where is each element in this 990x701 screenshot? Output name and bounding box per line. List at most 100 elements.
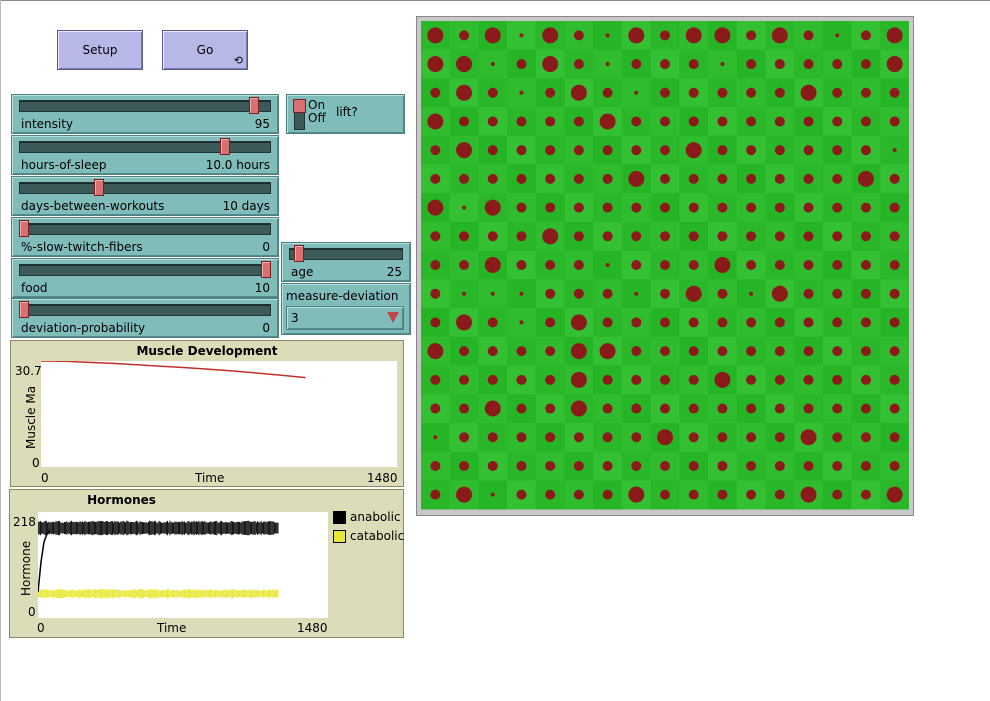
muscle-fiber: [459, 432, 470, 443]
muscle-fiber: [570, 314, 587, 331]
muscle-fiber: [487, 374, 498, 385]
muscle-fiber: [688, 87, 699, 98]
setup-button-label: Setup: [82, 43, 118, 57]
go-button[interactable]: Go ⟲: [162, 30, 248, 70]
x-axis-label: Time: [157, 621, 187, 635]
muscle-fiber: [660, 202, 670, 213]
muscle-fiber: [746, 317, 757, 328]
muscle-fiber: [545, 374, 556, 385]
slider-knob[interactable]: [248, 97, 259, 114]
slider-knob[interactable]: [19, 301, 29, 318]
muscle-fiber: [430, 317, 441, 328]
series-anabolic: [37, 520, 279, 536]
slider-hours-of-sleep[interactable]: hours-of-sleep 10.0 hours: [11, 135, 279, 175]
plot-muscle-development: Muscle Development 30.7 0 0 1480 Time Mu…: [10, 340, 404, 487]
muscle-fiber: [860, 145, 871, 156]
slider-age[interactable]: age 25: [281, 242, 411, 282]
muscle-fiber: [889, 202, 900, 213]
switch-lift[interactable]: On Off lift?: [286, 94, 405, 134]
muscle-fiber: [749, 291, 754, 296]
muscle-fiber: [714, 257, 731, 273]
slider-knob[interactable]: [94, 179, 105, 196]
muscle-fiber: [746, 116, 757, 127]
muscle-fiber: [717, 346, 728, 357]
muscle-fiber: [573, 173, 584, 184]
slider-knob[interactable]: [19, 220, 29, 237]
slider-knob[interactable]: [261, 261, 271, 278]
muscle-fiber: [487, 346, 498, 357]
slider-track[interactable]: [19, 141, 271, 153]
muscle-fiber: [459, 260, 470, 270]
setup-button[interactable]: Setup: [57, 30, 143, 70]
muscle-fiber: [545, 489, 556, 500]
muscle-fiber: [660, 346, 670, 357]
muscle-fiber: [602, 489, 613, 500]
muscle-fiber: [746, 59, 757, 70]
muscle-fiber: [746, 374, 757, 385]
x-tick-min: 0: [41, 471, 49, 485]
muscle-fiber: [456, 84, 473, 101]
muscle-fiber: [889, 288, 900, 299]
muscle-fiber: [860, 260, 871, 270]
slider-track[interactable]: [19, 223, 271, 235]
slider-track[interactable]: [19, 182, 271, 194]
plot-hormones: Hormones 218 0 0 1480 Time Hormone anabo…: [9, 489, 404, 638]
muscle-fiber: [889, 346, 900, 357]
muscle-fiber: [573, 288, 584, 299]
muscle-fiber: [570, 343, 587, 360]
muscle-fiber: [774, 260, 785, 270]
muscle-fiber: [688, 173, 699, 184]
slider-value: 10.0 hours: [205, 158, 270, 172]
muscle-fiber: [860, 317, 871, 328]
world-grid-svg[interactable]: [421, 21, 909, 511]
muscle-fiber: [545, 87, 556, 98]
muscle-fiber: [430, 173, 441, 184]
slider-track[interactable]: [19, 100, 271, 112]
slider-deviation-probability[interactable]: deviation-probability 0: [11, 298, 279, 338]
muscle-fiber: [717, 231, 728, 242]
muscle-fiber: [519, 291, 524, 296]
muscle-fiber: [889, 403, 900, 414]
muscle-fiber: [602, 460, 613, 471]
x-axis-label: Time: [195, 471, 225, 485]
world-view[interactable]: [416, 16, 914, 516]
muscle-fiber: [542, 27, 559, 44]
muscle-fiber: [484, 199, 501, 216]
muscle-fiber: [717, 173, 728, 184]
muscle-fiber: [889, 460, 900, 471]
muscle-fiber: [490, 291, 495, 296]
muscle-fiber: [516, 432, 527, 443]
muscle-fiber: [832, 346, 843, 357]
slider-days-between-workouts[interactable]: days-between-workouts 10 days: [11, 176, 279, 216]
muscle-fiber: [717, 288, 728, 299]
slider-food[interactable]: food 10: [11, 258, 279, 298]
series-anabolic-rampup: [37, 529, 51, 593]
slider-knob[interactable]: [294, 245, 305, 262]
slider-knob[interactable]: [219, 138, 230, 155]
muscle-fiber: [631, 116, 642, 127]
switch-knob[interactable]: [293, 99, 306, 113]
dropdown-arrow-icon[interactable]: [387, 312, 399, 323]
muscle-fiber: [774, 403, 785, 414]
slider-intensity[interactable]: intensity 95: [11, 94, 279, 134]
slider-track[interactable]: [19, 304, 271, 316]
muscle-fiber: [714, 27, 731, 44]
muscle-fiber: [688, 59, 699, 70]
muscle-fiber: [746, 346, 757, 357]
muscle-fiber: [456, 486, 473, 503]
muscle-fiber: [545, 260, 556, 270]
slider-track[interactable]: [289, 248, 403, 260]
slider-slow-twitch-fibers[interactable]: %-slow-twitch-fibers 0: [11, 217, 279, 257]
muscle-fiber: [516, 231, 527, 242]
y-axis-label: Hormone: [19, 540, 33, 596]
chooser-dropdown[interactable]: 3: [286, 306, 404, 330]
window-left-border: [0, 0, 1, 701]
slider-track[interactable]: [19, 264, 271, 276]
muscle-fiber: [456, 56, 473, 73]
chooser-measure-deviation[interactable]: measure-deviation 3: [281, 283, 411, 335]
muscle-fiber: [484, 27, 501, 44]
muscle-fiber: [602, 432, 613, 443]
muscle-fiber: [631, 460, 642, 471]
muscle-fiber: [456, 142, 473, 159]
muscle-fiber: [462, 291, 467, 296]
